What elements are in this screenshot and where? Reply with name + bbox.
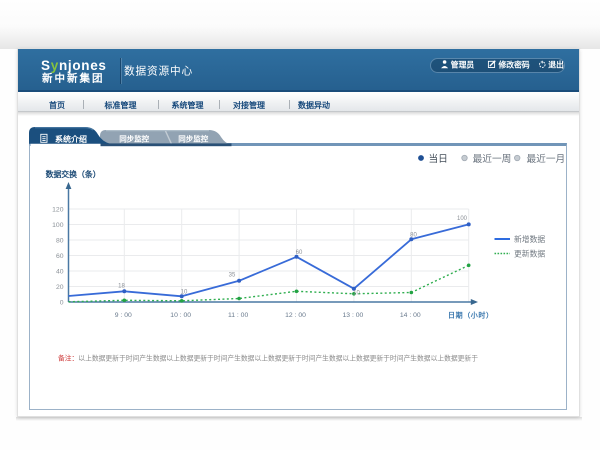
- svg-text:100: 100: [52, 222, 64, 229]
- svg-text:管理员: 管理员: [451, 59, 475, 69]
- svg-text:Synjones: Synjones: [41, 58, 107, 73]
- svg-text:12 : 00: 12 : 00: [285, 312, 306, 319]
- svg-text:修改密码: 修改密码: [498, 59, 530, 69]
- svg-text:系统介绍: 系统介绍: [55, 134, 87, 144]
- svg-text:10: 10: [181, 290, 188, 296]
- svg-text:80: 80: [410, 233, 417, 239]
- svg-text:日期（小时）: 日期（小时）: [448, 311, 493, 320]
- svg-text:同步监控: 同步监控: [178, 134, 208, 144]
- svg-text:更新数据: 更新数据: [514, 248, 545, 258]
- svg-text:备注：以上数据更新于时间产生数据以上数据更新于时间产生数据以: 备注：以上数据更新于时间产生数据以上数据更新于时间产生数据以上数据更新于时间产生…: [58, 354, 478, 363]
- svg-text:9 : 00: 9 : 00: [115, 312, 132, 319]
- svg-text:新中新集团: 新中新集团: [42, 72, 105, 85]
- svg-text:60: 60: [296, 250, 303, 256]
- svg-text:100: 100: [457, 216, 468, 222]
- svg-text:35: 35: [229, 273, 236, 279]
- svg-text:80: 80: [56, 237, 64, 244]
- svg-text:14 : 00: 14 : 00: [400, 312, 421, 319]
- svg-text:同步监控: 同步监控: [119, 134, 149, 144]
- svg-text:18: 18: [118, 284, 125, 290]
- svg-text:20: 20: [56, 284, 64, 291]
- svg-text:40: 40: [56, 268, 64, 275]
- svg-text:当日: 当日: [429, 152, 448, 165]
- svg-text:数据交换（条）: 数据交换（条）: [46, 169, 101, 179]
- svg-text:11 : 00: 11 : 00: [228, 312, 249, 319]
- svg-text:13 : 00: 13 : 00: [343, 312, 364, 319]
- svg-text:60: 60: [56, 253, 64, 260]
- svg-text:10 : 00: 10 : 00: [170, 312, 191, 319]
- svg-text:新增数据: 新增数据: [514, 234, 545, 244]
- svg-text:120: 120: [52, 206, 64, 213]
- svg-text:最近一周: 最近一周: [473, 152, 512, 165]
- svg-text:10: 10: [353, 291, 360, 297]
- svg-text:数据资源中心: 数据资源中心: [124, 65, 193, 78]
- svg-text:退出: 退出: [548, 59, 564, 69]
- svg-text:0: 0: [60, 299, 64, 306]
- svg-text:最近一月: 最近一月: [527, 152, 566, 165]
